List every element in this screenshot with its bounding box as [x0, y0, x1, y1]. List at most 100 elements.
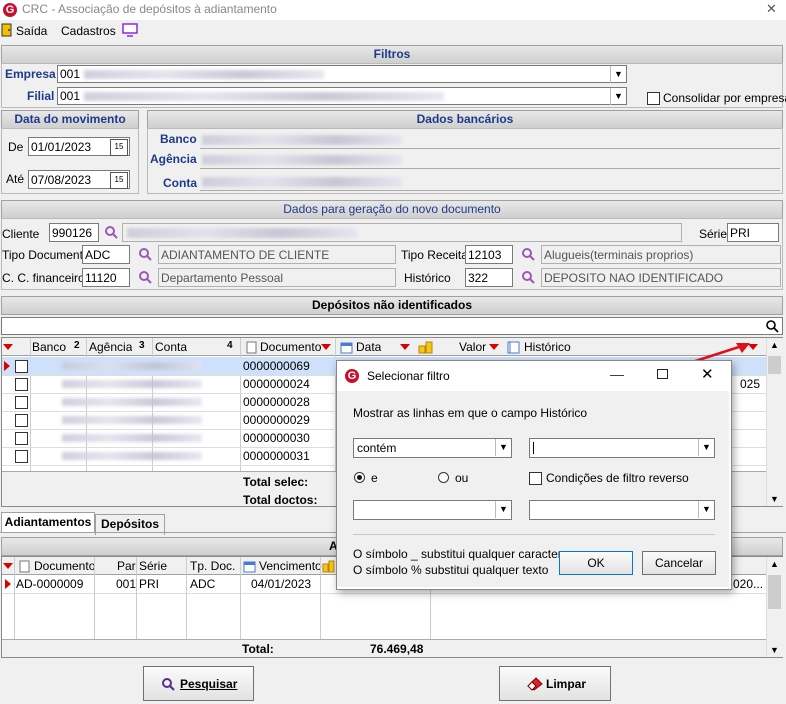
tipo-receita-input[interactable] [465, 245, 513, 264]
pesquisar-button[interactable]: Pesquisar [143, 666, 254, 701]
minimize-icon[interactable]: — [610, 366, 624, 382]
scroll-up-icon[interactable]: ▲ [770, 340, 779, 350]
depositos-scrollbar[interactable]: ▲ ▼ [766, 338, 783, 506]
col-tp-doc[interactable]: Tp. Doc. [190, 559, 235, 573]
total-value: 76.469,48 [370, 642, 424, 656]
search-icon[interactable] [104, 225, 118, 239]
search-icon[interactable] [521, 270, 535, 284]
calendar-icon[interactable]: 15 [110, 172, 128, 189]
col-vencimento[interactable]: Vencimento [259, 559, 322, 573]
agencia-field[interactable] [200, 151, 780, 169]
row-checkbox[interactable] [15, 432, 28, 445]
row-checkbox[interactable] [15, 360, 28, 373]
search-icon[interactable] [765, 319, 779, 333]
col-valor[interactable]: Valor [459, 340, 486, 354]
empresa-select[interactable]: 001 ▼ [57, 65, 627, 83]
chevron-down-icon[interactable]: ▼ [495, 439, 511, 456]
calendar-icon[interactable]: 15 [110, 139, 128, 156]
filter-icon[interactable] [400, 344, 410, 350]
limpar-label: Limpar [546, 677, 587, 691]
filial-label: Filial [27, 89, 55, 103]
current-row-indicator [5, 579, 11, 589]
col-historico[interactable]: Histórico [524, 340, 571, 354]
depositos-search-input[interactable] [1, 317, 783, 335]
menu-exit[interactable]: Saída [16, 24, 47, 38]
scroll-down-icon[interactable]: ▼ [770, 645, 779, 655]
row-checkbox[interactable] [15, 396, 28, 409]
col-banco-order: 2 [74, 340, 80, 351]
col-banco[interactable]: Banco [32, 340, 66, 354]
and-radio[interactable] [354, 472, 365, 483]
filter-icon[interactable] [489, 344, 499, 350]
row-checkbox[interactable] [15, 450, 28, 463]
depositos-grid-header: Banco 2 Agência 3 Conta 4 Documento Data… [2, 338, 766, 356]
limpar-button[interactable]: Limpar [499, 666, 611, 701]
dialog-body: Mostrar as linhas em que o campo Históri… [337, 391, 729, 587]
filial-select[interactable]: 001 ▼ [57, 87, 627, 105]
tab-adiantamentos[interactable]: Adiantamentos [1, 512, 95, 533]
cliente-input[interactable] [49, 223, 99, 242]
serie-input[interactable] [727, 223, 779, 242]
value-input-2[interactable]: ▼ [529, 500, 715, 520]
search-icon[interactable] [138, 247, 152, 261]
monitor-icon[interactable] [122, 23, 138, 37]
filter-icon[interactable] [321, 344, 331, 350]
row-serie: PRI [139, 577, 160, 591]
tipo-doc-input[interactable] [82, 245, 130, 264]
title-bar: G CRC - Associação de depósitos à adiant… [0, 0, 786, 20]
chevron-down-icon[interactable]: ▼ [698, 439, 714, 456]
filter-icon[interactable] [3, 344, 13, 350]
reverse-label: Condições de filtro reverso [546, 471, 689, 485]
book-icon [507, 341, 520, 354]
window-close-button[interactable]: ✕ [766, 1, 777, 17]
row-checkbox[interactable] [15, 414, 28, 427]
search-icon[interactable] [138, 270, 152, 284]
filtros-header: Filtros [1, 45, 783, 64]
tipo-receita-desc [541, 245, 781, 264]
scroll-down-icon[interactable]: ▼ [770, 494, 779, 504]
adiant-scrollbar[interactable]: ▲ ▼ [766, 557, 783, 657]
dialog-close-icon[interactable]: ✕ [701, 365, 714, 383]
row-documento: 0000000024 [243, 377, 310, 391]
scroll-up-icon[interactable]: ▲ [770, 559, 779, 569]
operator-select-1[interactable]: contém ▼ [353, 438, 512, 458]
col-documento[interactable]: Documento [260, 340, 321, 354]
row-vencimento: 04/01/2023 [251, 577, 312, 591]
serie-label: Série [699, 227, 728, 241]
row-documento: AD-0000009 [16, 577, 84, 591]
consolidar-checkbox[interactable] [647, 92, 660, 105]
consolidar-label: Consolidar por empresa [663, 91, 786, 105]
cc-input[interactable] [82, 268, 130, 287]
search-icon[interactable] [521, 247, 535, 261]
maximize-icon[interactable] [657, 369, 668, 379]
app-logo-icon: G [3, 3, 17, 17]
conta-field[interactable] [200, 173, 780, 191]
operator-select-2[interactable]: ▼ [353, 500, 512, 520]
cc-label: C. C. financeiro [2, 271, 85, 285]
chevron-down-icon[interactable]: ▼ [610, 88, 626, 105]
col-documento[interactable]: Documento [34, 559, 95, 573]
filter-icon[interactable] [3, 563, 13, 569]
chevron-down-icon[interactable]: ▼ [610, 66, 626, 83]
menu-bar: Saída Cadastros [0, 20, 786, 42]
menu-records[interactable]: Cadastros [61, 24, 116, 38]
row-checkbox[interactable] [15, 378, 28, 391]
value-input-1[interactable]: ▼ [529, 438, 715, 458]
cancel-button[interactable]: Cancelar [642, 551, 716, 575]
reverse-checkbox[interactable] [529, 472, 542, 485]
chevron-down-icon[interactable]: ▼ [495, 501, 511, 518]
or-radio[interactable] [438, 472, 449, 483]
ok-button[interactable]: OK [559, 551, 633, 575]
adiant-footer: Total: 76.469,48 [2, 639, 766, 657]
chevron-down-icon[interactable]: ▼ [698, 501, 714, 518]
scroll-thumb[interactable] [768, 356, 781, 374]
exit-door-icon [1, 23, 12, 37]
col-serie[interactable]: Série [139, 559, 167, 573]
col-agencia[interactable]: Agência [89, 340, 132, 354]
col-par[interactable]: Par [117, 559, 136, 573]
banco-field[interactable] [200, 131, 780, 149]
col-data[interactable]: Data [356, 340, 381, 354]
historico-input[interactable] [465, 268, 513, 287]
col-conta[interactable]: Conta [155, 340, 187, 354]
scroll-thumb[interactable] [768, 575, 781, 609]
